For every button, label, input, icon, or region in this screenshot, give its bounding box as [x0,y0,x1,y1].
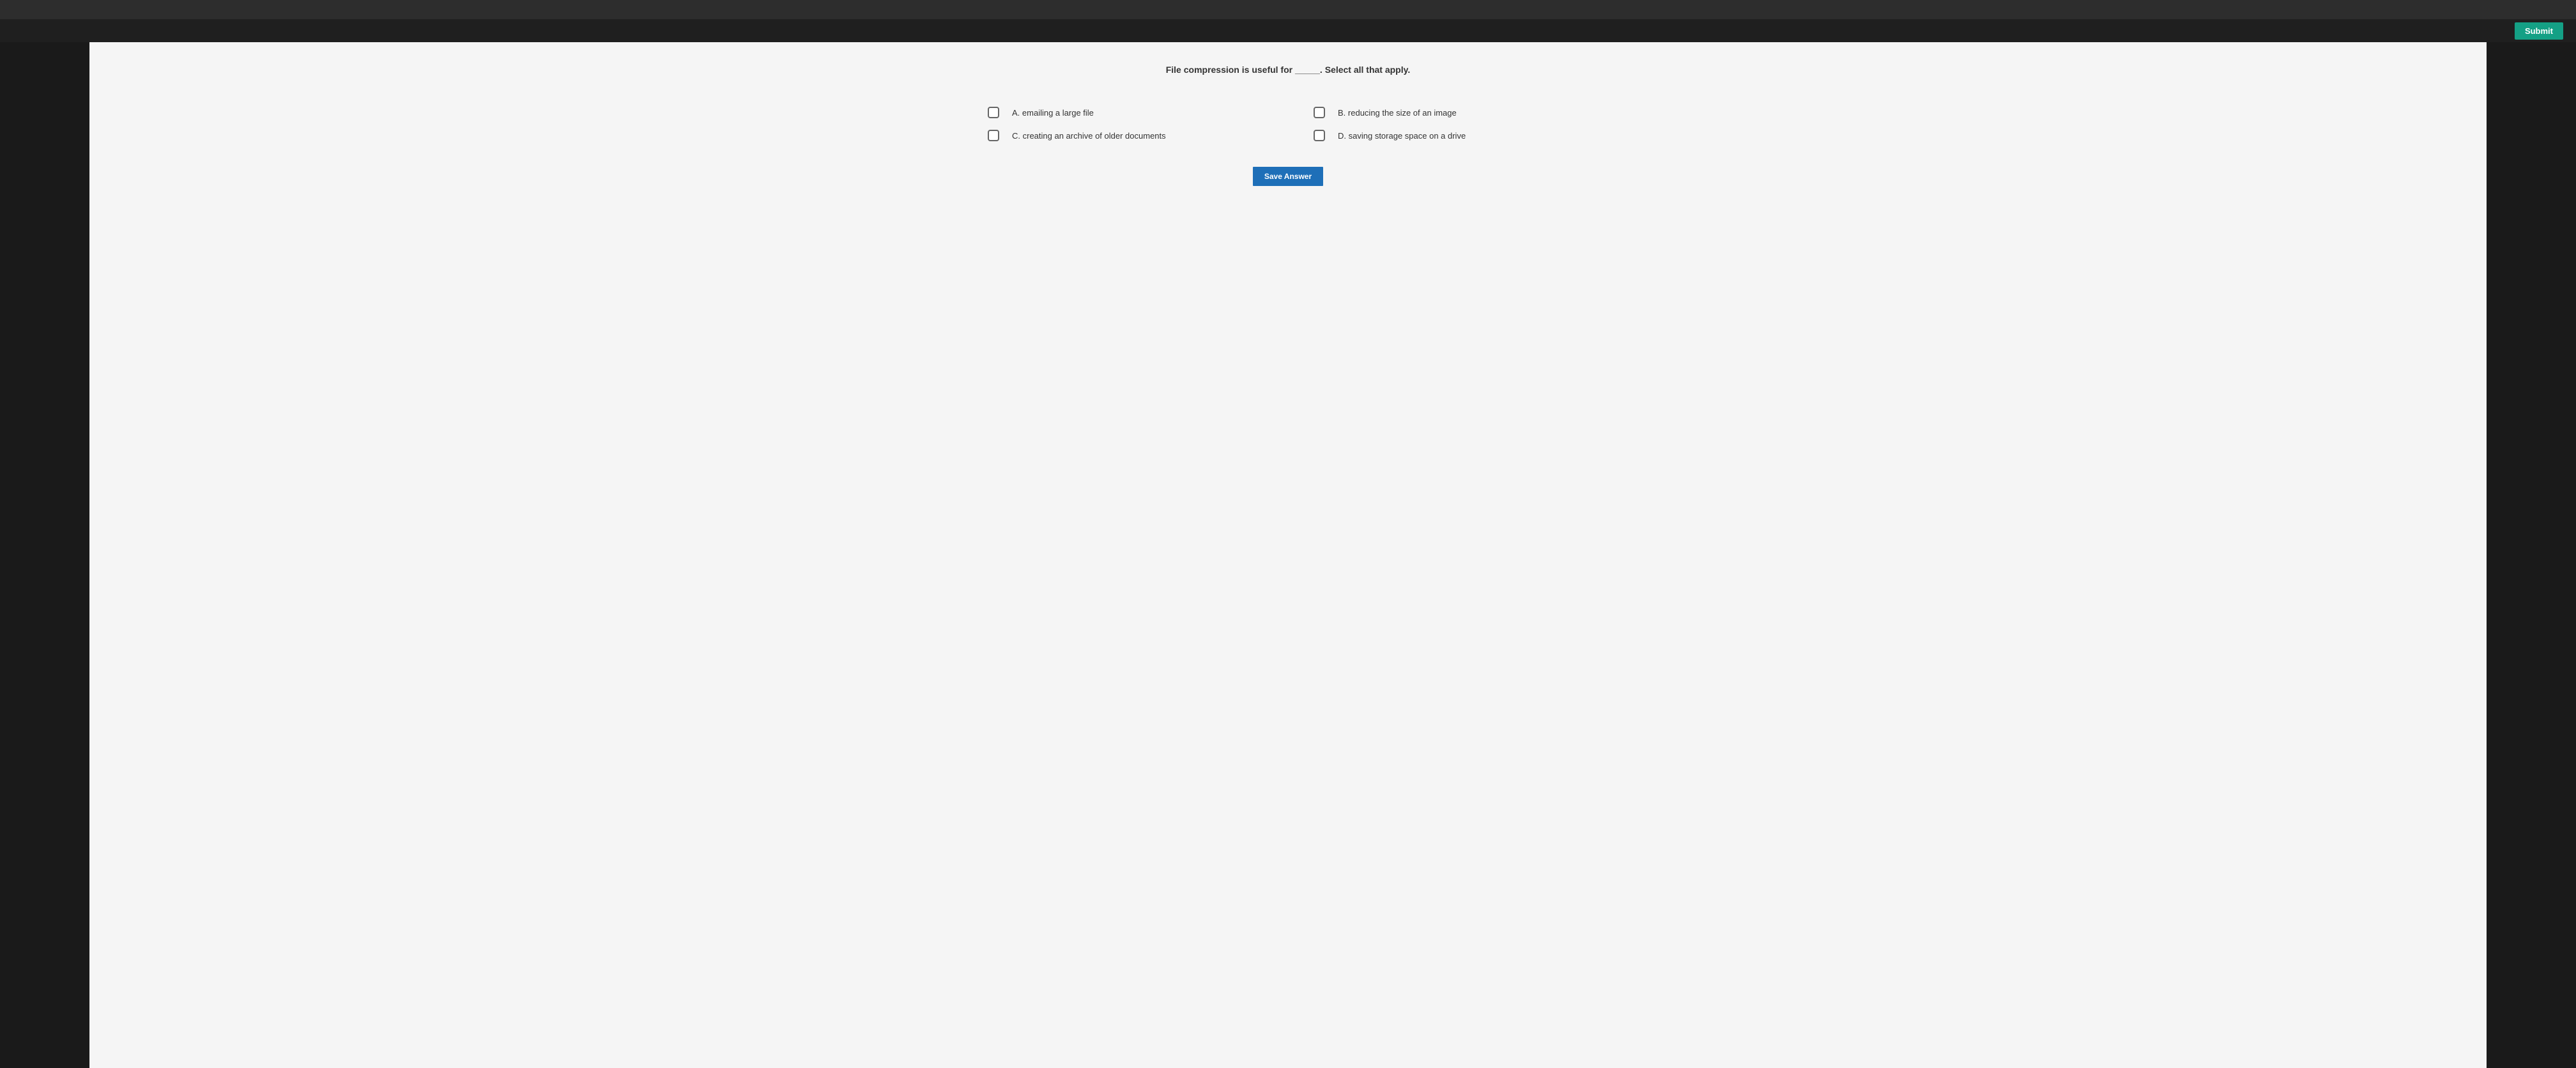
options-grid: A. emailing a large file B. reducing the… [975,107,1601,141]
checkbox-d[interactable] [1314,130,1325,141]
option-c-text: creating an archive of older documents [1023,131,1166,141]
submit-button[interactable]: Submit [2515,22,2563,40]
option-d: D. saving storage space on a drive [1314,130,1601,141]
option-a-text: emailing a large file [1022,108,1094,118]
option-c: C. creating an archive of older document… [988,130,1275,141]
top-bar [0,0,2576,19]
checkbox-a[interactable] [988,107,999,118]
option-b-letter: B [1338,108,1344,118]
option-d-text: saving storage space on a drive [1349,131,1466,141]
option-a-label[interactable]: A. emailing a large file [1012,108,1094,118]
option-b-label[interactable]: B. reducing the size of an image [1338,108,1457,118]
option-b-text: reducing the size of an image [1348,108,1457,118]
save-answer-container: Save Answer [141,167,2435,186]
option-c-letter: C [1012,131,1018,141]
option-a: A. emailing a large file [988,107,1275,118]
save-answer-button[interactable]: Save Answer [1253,167,1323,186]
question-text: File compression is useful for _____. Se… [141,65,2435,75]
option-d-letter: D [1338,131,1344,141]
checkbox-c[interactable] [988,130,999,141]
option-d-label[interactable]: D. saving storage space on a drive [1338,131,1466,141]
option-a-letter: A [1012,108,1018,118]
option-b: B. reducing the size of an image [1314,107,1601,118]
checkbox-b[interactable] [1314,107,1325,118]
content-area: File compression is useful for _____. Se… [89,42,2487,1068]
header-bar: Submit [0,19,2576,42]
option-c-label[interactable]: C. creating an archive of older document… [1012,131,1166,141]
